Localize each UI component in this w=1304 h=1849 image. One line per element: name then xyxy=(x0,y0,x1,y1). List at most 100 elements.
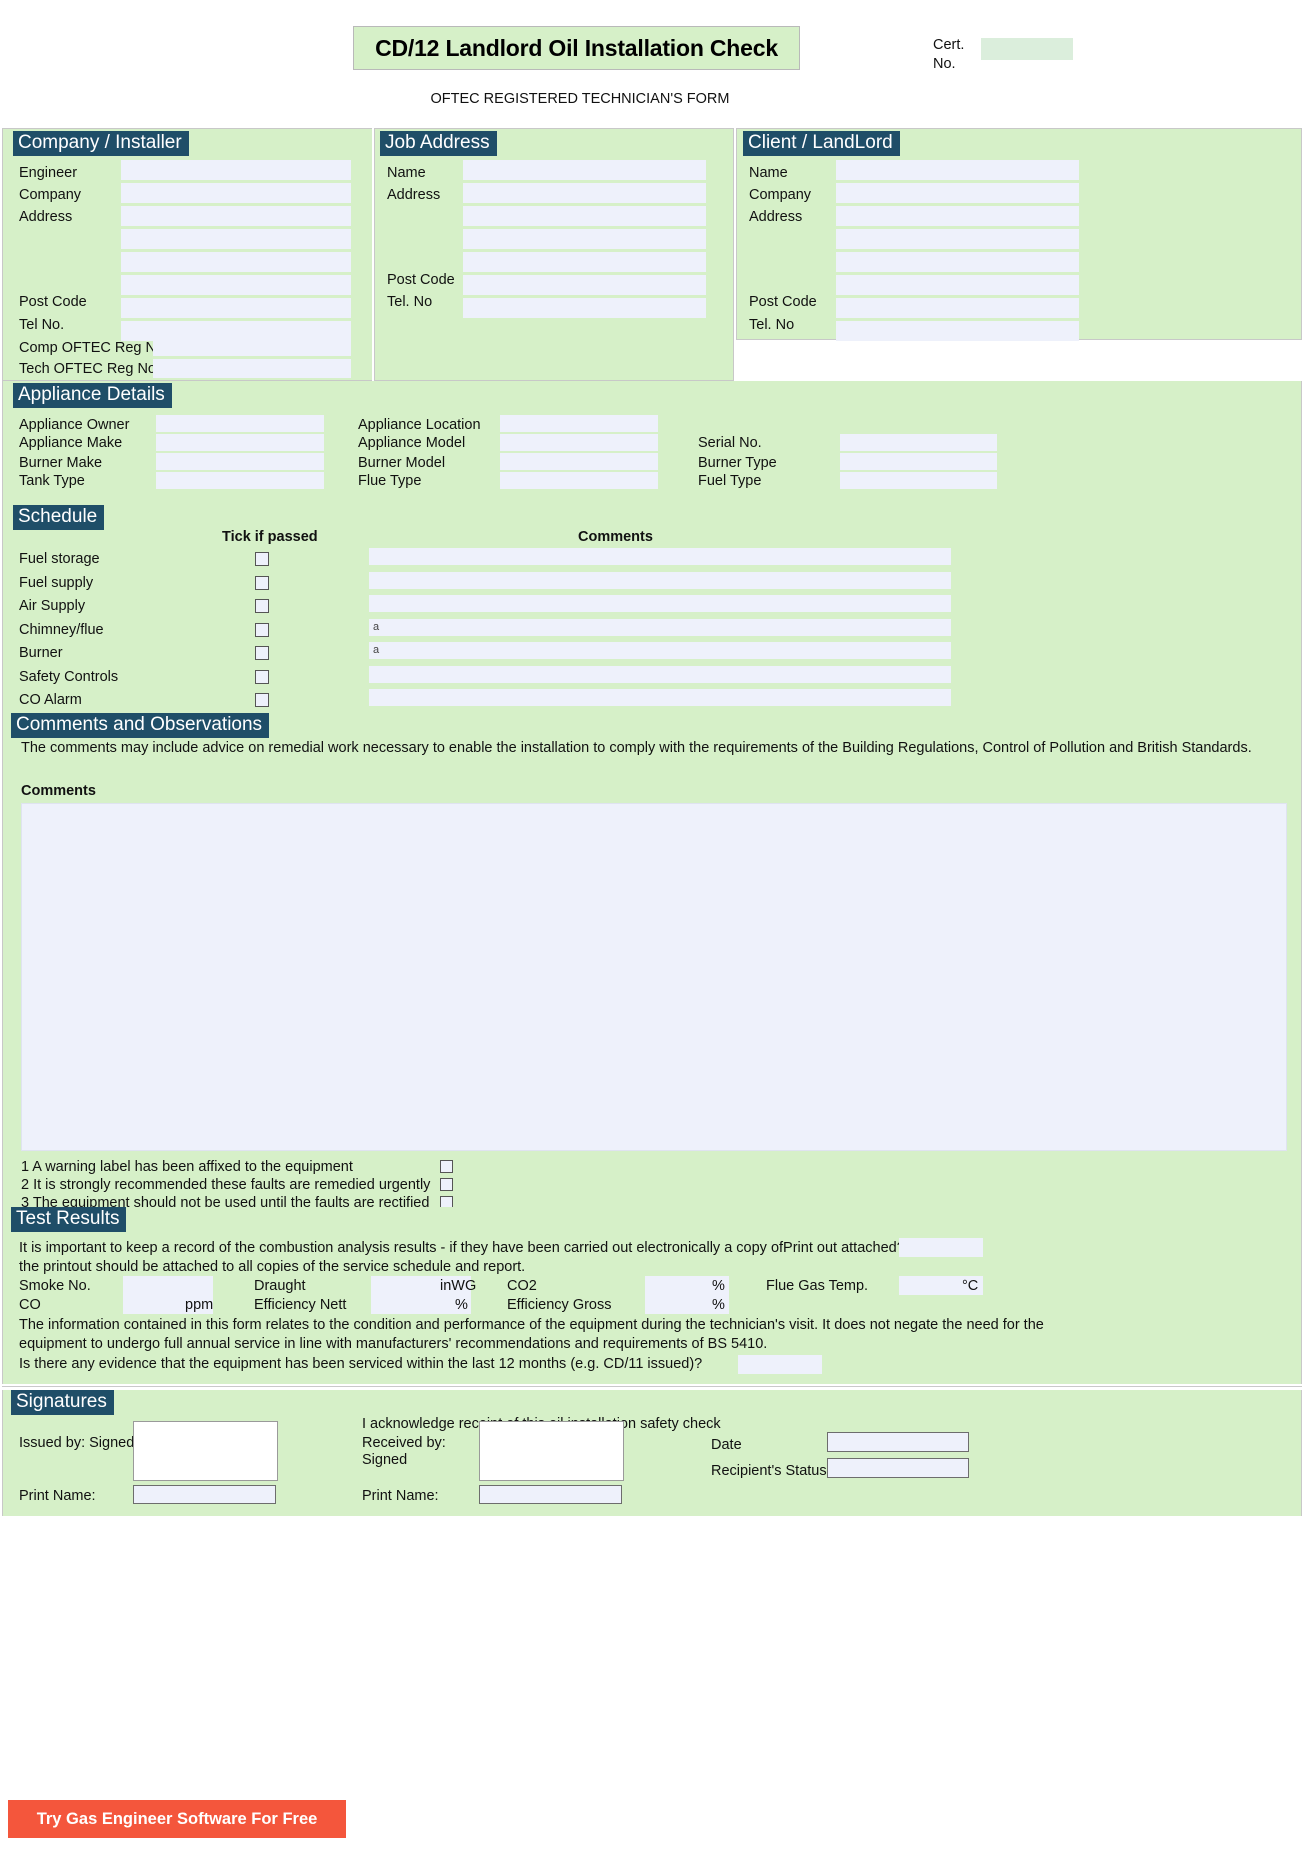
input-issued-print-name[interactable] xyxy=(133,1485,276,1504)
schedule-comment-input-6[interactable] xyxy=(369,689,951,706)
label-smoke-no: Smoke No. xyxy=(19,1278,91,1294)
input-recipients-status[interactable] xyxy=(827,1458,969,1478)
input-job-address-4[interactable] xyxy=(463,252,706,272)
client-landlord-heading: Client / LandLord xyxy=(743,131,900,156)
input-client-address-1[interactable] xyxy=(836,206,1079,226)
schedule-comment-input-1[interactable] xyxy=(369,571,951,589)
input-appliance-location[interactable] xyxy=(500,415,658,432)
schedule-comment-input-5[interactable] xyxy=(369,665,951,683)
schedule-comment-input-3[interactable]: a xyxy=(369,618,951,636)
comments-textarea[interactable] xyxy=(21,803,1287,1151)
input-client-name[interactable] xyxy=(836,160,1079,180)
input-client-address-3[interactable] xyxy=(836,252,1079,272)
input-serial-no[interactable] xyxy=(840,434,997,451)
input-client-address-4[interactable] xyxy=(836,275,1079,295)
label-appliance-model: Appliance Model xyxy=(358,435,466,451)
received-signature-pad[interactable] xyxy=(479,1421,624,1481)
company-installer-heading: Company / Installer xyxy=(13,131,189,156)
schedule-tick-checkbox-3[interactable] xyxy=(255,622,269,642)
schedule-heading: Schedule xyxy=(13,505,105,530)
input-fuel-type[interactable] xyxy=(840,472,997,489)
schedule-tick-checkbox-5[interactable] xyxy=(255,669,269,689)
comments-observations-section: Comments and Observations The comments m… xyxy=(2,713,1302,1211)
signatures-heading: Signatures xyxy=(11,1390,114,1415)
unit-efficiency-gross-percent: % xyxy=(712,1297,725,1313)
input-smoke-no[interactable] xyxy=(123,1276,213,1295)
issued-signature-pad[interactable] xyxy=(133,1421,278,1481)
input-burner-type[interactable] xyxy=(840,453,997,470)
input-flue-type[interactable] xyxy=(500,472,658,489)
input-job-name[interactable] xyxy=(463,160,706,180)
label-recipients-status: Recipient's Status xyxy=(711,1463,827,1479)
try-gas-engineer-software-button[interactable]: Try Gas Engineer Software For Free xyxy=(8,1800,346,1838)
label-job-address: Address xyxy=(387,187,441,203)
input-printout-attached[interactable] xyxy=(899,1238,983,1257)
input-appliance-owner[interactable] xyxy=(156,415,324,432)
appliance-details-heading: Appliance Details xyxy=(13,383,172,408)
input-company-address-1[interactable] xyxy=(121,206,351,226)
schedule-tick-checkbox-2[interactable] xyxy=(255,599,269,618)
schedule-comment-input-4[interactable]: a xyxy=(369,642,951,659)
label-flue-gas-temp: Flue Gas Temp. xyxy=(766,1278,869,1294)
schedule-comment-input-2[interactable] xyxy=(369,595,951,612)
job-address-heading: Job Address xyxy=(380,131,497,156)
signatures-section: Signatures I acknowledge receipt of this… xyxy=(2,1390,1302,1516)
schedule-tick-checkbox-1[interactable] xyxy=(255,575,269,595)
label-client-company: Company xyxy=(749,187,812,203)
input-job-tel-no[interactable] xyxy=(463,298,706,318)
input-job-address-2[interactable] xyxy=(463,206,706,226)
label-received-print-name: Print Name: xyxy=(362,1488,439,1504)
input-job-post-code[interactable] xyxy=(463,275,706,295)
unit-efficiency-nett-percent: % xyxy=(455,1297,468,1313)
input-company-address-4[interactable] xyxy=(121,275,351,295)
input-client-post-code[interactable] xyxy=(836,298,1079,318)
warning-checkbox-1[interactable] xyxy=(440,1160,453,1178)
schedule-tick-checkbox-4[interactable] xyxy=(255,646,269,665)
checkbox-icon xyxy=(255,622,269,637)
label-received-signed: Signed xyxy=(362,1452,408,1468)
input-client-tel-no[interactable] xyxy=(836,321,1079,341)
schedule-tick-checkbox-6[interactable] xyxy=(255,693,269,712)
appliance-details-section: Appliance Details Appliance Owner Applia… xyxy=(2,381,1302,503)
label-serial-no: Serial No. xyxy=(698,435,762,451)
input-job-address-3[interactable] xyxy=(463,229,706,249)
divider-above-signatures xyxy=(2,1386,1302,1387)
input-company-post-code[interactable] xyxy=(121,298,351,318)
input-received-print-name[interactable] xyxy=(479,1485,622,1504)
input-tech-oftec-reg-no[interactable] xyxy=(153,359,351,378)
schedule-comment-input-0[interactable] xyxy=(369,548,951,565)
input-company-company[interactable] xyxy=(121,183,351,203)
cert-no-label-line2: No. xyxy=(933,56,956,72)
client-landlord-panel: Client / LandLord Name Company Address P… xyxy=(736,128,1302,341)
input-burner-make[interactable] xyxy=(156,453,324,470)
label-flue-type: Flue Type xyxy=(358,473,422,489)
input-job-address-1[interactable] xyxy=(463,183,706,203)
cert-no-input[interactable] xyxy=(981,38,1073,60)
schedule-section: Schedule Tick if passed Comments Fuel st… xyxy=(2,503,1302,713)
label-tel-no: Tel No. xyxy=(19,317,65,333)
input-tank-type[interactable] xyxy=(156,472,324,489)
checkbox-icon xyxy=(440,1160,453,1173)
comments-observations-heading: Comments and Observations xyxy=(11,713,270,738)
input-company-address-3[interactable] xyxy=(121,252,351,272)
input-company-address-2[interactable] xyxy=(121,229,351,249)
warning-checkbox-2[interactable] xyxy=(440,1178,453,1196)
label-appliance-make: Appliance Make xyxy=(19,435,123,451)
input-client-company[interactable] xyxy=(836,183,1079,203)
input-client-address-2[interactable] xyxy=(836,229,1079,249)
input-company-engineer[interactable] xyxy=(121,160,351,180)
form-subtitle: OFTEC REGISTERED TECHNICIAN'S FORM xyxy=(430,91,730,107)
input-comp-oftec-reg-no[interactable] xyxy=(153,337,351,356)
input-serviced-evidence[interactable] xyxy=(738,1355,822,1374)
label-received-by: Received by: xyxy=(362,1435,446,1451)
cert-no-label: Cert. No. xyxy=(933,36,981,74)
input-appliance-model[interactable] xyxy=(500,434,658,451)
test-results-disclaimer-line1: The information contained in this form r… xyxy=(19,1317,1044,1333)
input-burner-model[interactable] xyxy=(500,453,658,470)
schedule-tick-checkbox-0[interactable] xyxy=(255,552,269,571)
input-date[interactable] xyxy=(827,1432,969,1452)
label-client-name: Name xyxy=(749,165,788,181)
input-appliance-make[interactable] xyxy=(156,434,324,451)
schedule-label-3: Chimney/flue xyxy=(19,621,104,638)
serviced-question-label: Is there any evidence that the equipment… xyxy=(19,1356,703,1372)
